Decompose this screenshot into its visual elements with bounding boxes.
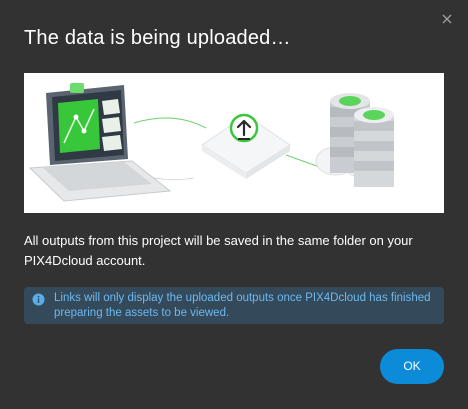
ok-button[interactable]: OK: [380, 349, 444, 384]
upload-illustration: [24, 73, 444, 213]
info-banner: Links will only display the uploaded out…: [24, 287, 444, 324]
upload-message: All outputs from this project will be sa…: [24, 233, 413, 268]
dialog-title: The data is being uploaded…: [24, 27, 291, 49]
info-icon: [32, 293, 45, 306]
upload-dialog: The data is being uploaded… All outputs …: [0, 0, 468, 409]
info-text: Links will only display the uploaded out…: [54, 292, 431, 319]
upload-icon: [201, 113, 291, 179]
close-icon[interactable]: [440, 12, 454, 26]
server-icon: [330, 93, 394, 187]
laptop-icon: [28, 83, 172, 202]
